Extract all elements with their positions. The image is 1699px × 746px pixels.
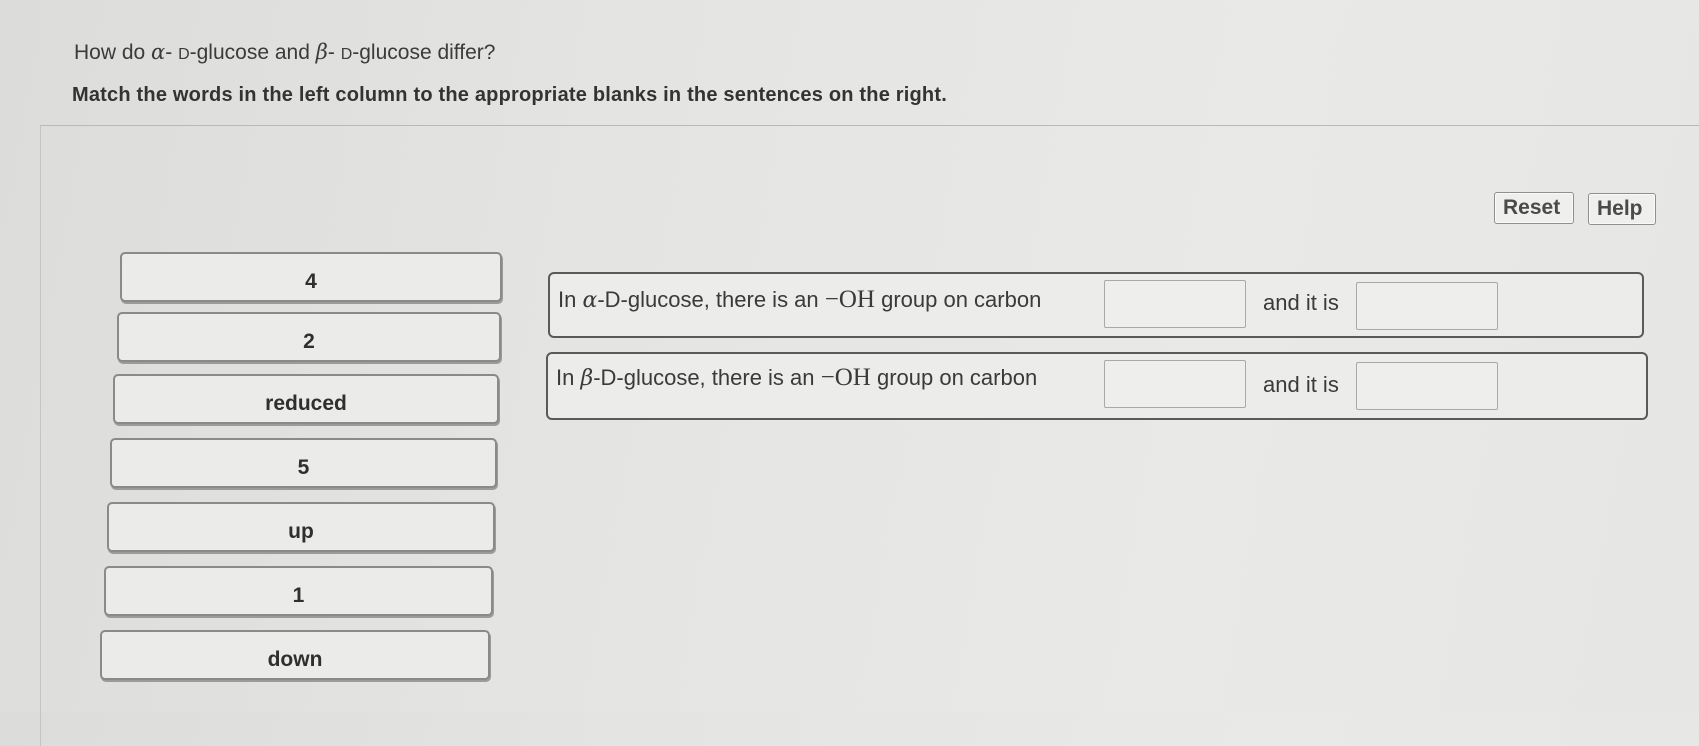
instruction-text: Match the words in the left column to th… <box>72 84 947 106</box>
sentence-alpha-middle: and it is <box>1263 290 1339 315</box>
blank-alpha-orientation[interactable] <box>1356 282 1498 330</box>
beta-symbol: β <box>315 40 328 64</box>
word-tile-4[interactable]: 4 <box>120 252 502 302</box>
word-tile-up[interactable]: up <box>107 502 495 552</box>
word-tile-1[interactable]: 1 <box>104 566 493 616</box>
word-tile-down[interactable]: down <box>100 630 490 680</box>
reset-button[interactable]: Reset <box>1494 192 1574 224</box>
alpha-symbol: α <box>151 40 166 64</box>
sentence-beta-text: In β-D-glucose, there is an −OH group on… <box>556 364 1038 391</box>
sentence-alpha-text: In α-D-glucose, there is an −OH group on… <box>558 286 1042 313</box>
word-tile-2[interactable]: 2 <box>117 312 501 362</box>
word-tile-5[interactable]: 5 <box>110 438 497 488</box>
help-button[interactable]: Help <box>1588 193 1656 225</box>
beta-symbol: β <box>580 366 594 391</box>
sentence-beta-middle: and it is <box>1263 372 1339 397</box>
question-text: How do α- D-glucose and β- D-glucose dif… <box>74 40 496 64</box>
blank-beta-orientation[interactable] <box>1356 362 1498 410</box>
blank-beta-carbon[interactable] <box>1104 360 1246 408</box>
word-tile-reduced[interactable]: reduced <box>113 374 499 424</box>
alpha-symbol: α <box>582 288 598 313</box>
blank-alpha-carbon[interactable] <box>1104 280 1246 328</box>
sentence-alpha: In α-D-glucose, there is an −OH group on… <box>548 272 1644 338</box>
sentence-beta: In β-D-glucose, there is an −OH group on… <box>546 352 1648 420</box>
